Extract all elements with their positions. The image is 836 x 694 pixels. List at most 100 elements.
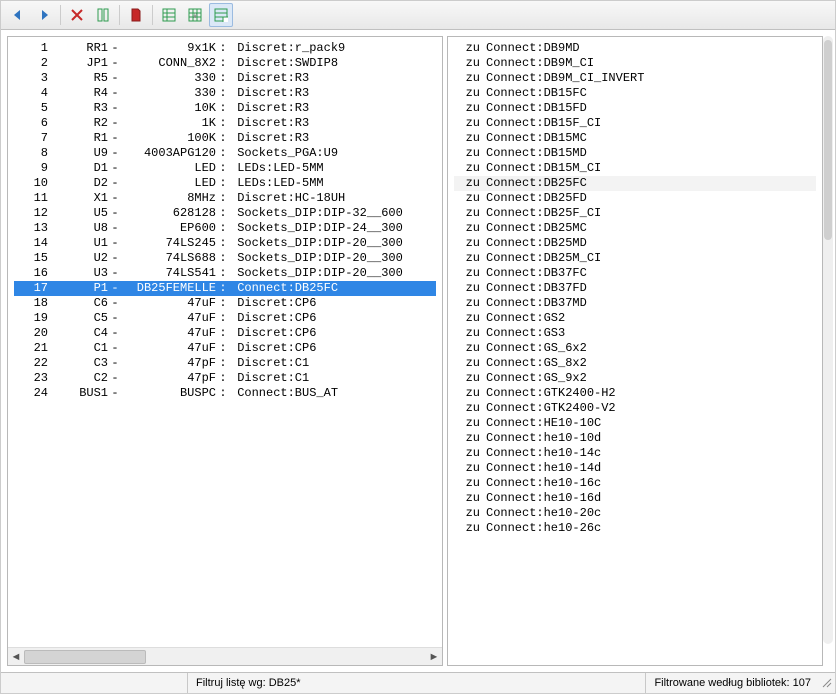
table-row[interactable]: 7R1-100K: Discret:R3 (14, 131, 436, 146)
list-item[interactable]: zu Connect:DB15MD (454, 146, 816, 161)
component-list[interactable]: 1RR1-9x1K: Discret:r_pack92JP1-CONN_8X2:… (8, 37, 442, 647)
table-row[interactable]: 10D2-LED: LEDs:LED-5MM (14, 176, 436, 191)
status-left (1, 673, 187, 693)
table-row[interactable]: 17P1-DB25FEMELLE: Connect:DB25FC (14, 281, 436, 296)
row-col: : (216, 266, 230, 281)
h-scrollbar[interactable]: ◄ ► (8, 647, 442, 665)
row-text: Connect:he10-16c (486, 476, 816, 491)
list-item[interactable]: zu Connect:DB9M_CI (454, 56, 816, 71)
table-row[interactable]: 9D1-LED: LEDs:LED-5MM (14, 161, 436, 176)
list-item[interactable]: zu Connect:GTK2400-H2 (454, 386, 816, 401)
row-text: Connect:DB37FC (486, 266, 816, 281)
table-row[interactable]: 16U3-74LS541: Sockets_DIP:DIP-20__300 (14, 266, 436, 281)
table-row[interactable]: 19C5-47uF: Discret:CP6 (14, 311, 436, 326)
list-item[interactable]: zu Connect:DB25MC (454, 221, 816, 236)
list-item[interactable]: zu Connect:he10-10d (454, 431, 816, 446)
list-item[interactable]: zu Connect:DB25M_CI (454, 251, 816, 266)
list-item[interactable]: zu Connect:DB25MD (454, 236, 816, 251)
list-item[interactable]: zu Connect:GTK2400-V2 (454, 401, 816, 416)
pdf-button[interactable] (124, 3, 148, 27)
list-item[interactable]: zu Connect:he10-14c (454, 446, 816, 461)
list-item[interactable]: zu Connect:DB15F_CI (454, 116, 816, 131)
table-row[interactable]: 3R5-330: Discret:R3 (14, 71, 436, 86)
list-item[interactable]: zu Connect:GS_9x2 (454, 371, 816, 386)
resize-grip-icon[interactable] (819, 677, 835, 689)
status-filter: Filtruj listę wg: DB25* (187, 673, 309, 693)
table-row[interactable]: 22C3-47pF: Discret:C1 (14, 356, 436, 371)
row-col: : (216, 236, 230, 251)
grid-hash-button[interactable]: # (183, 3, 207, 27)
grid-list-button[interactable] (209, 3, 233, 27)
row-prefix: zu (454, 311, 480, 326)
table-row[interactable]: 1RR1-9x1K: Discret:r_pack9 (14, 41, 436, 56)
table-row[interactable]: 8U9-4003APG120: Sockets_PGA:U9 (14, 146, 436, 161)
list-item[interactable]: zu Connect:he10-16c (454, 476, 816, 491)
row-text: Connect:DB25FC (486, 176, 816, 191)
grid-left-button[interactable] (157, 3, 181, 27)
row-col: : (216, 146, 230, 161)
row-prefix: zu (454, 221, 480, 236)
toolbar-separator (60, 5, 61, 25)
list-item[interactable]: zu Connect:GS_6x2 (454, 341, 816, 356)
table-row[interactable]: 18C6-47uF: Discret:CP6 (14, 296, 436, 311)
row-fp: Discret:R3 (230, 101, 436, 116)
row-col: : (216, 206, 230, 221)
list-item[interactable]: zu Connect:he10-16d (454, 491, 816, 506)
list-item[interactable]: zu Connect:DB15MC (454, 131, 816, 146)
list-item[interactable]: zu Connect:DB15M_CI (454, 161, 816, 176)
row-val: 10K (122, 101, 216, 116)
table-row[interactable]: 14U1-74LS245: Sockets_DIP:DIP-20__300 (14, 236, 436, 251)
list-item[interactable]: zu Connect:DB15FC (454, 86, 816, 101)
list-item[interactable]: zu Connect:he10-26c (454, 521, 816, 536)
list-item[interactable]: zu Connect:DB25FD (454, 191, 816, 206)
row-col: : (216, 161, 230, 176)
table-row[interactable]: 20C4-47uF: Discret:CP6 (14, 326, 436, 341)
row-num: 19 (14, 311, 48, 326)
table-row[interactable]: 23C2-47pF: Discret:C1 (14, 371, 436, 386)
list-item[interactable]: zu Connect:DB9MD (454, 41, 816, 56)
table-row[interactable]: 2JP1-CONN_8X2: Discret:SWDIP8 (14, 56, 436, 71)
list-item[interactable]: zu Connect:DB25F_CI (454, 206, 816, 221)
list-item[interactable]: zu Connect:DB37MD (454, 296, 816, 311)
table-row[interactable]: 24BUS1-BUSPC: Connect:BUS_AT (14, 386, 436, 401)
list-item[interactable]: zu Connect:GS2 (454, 311, 816, 326)
list-item[interactable]: zu Connect:GS3 (454, 326, 816, 341)
list-item[interactable]: zu Connect:DB9M_CI_INVERT (454, 71, 816, 86)
row-col: : (216, 326, 230, 341)
table-row[interactable]: 5R3-10K: Discret:R3 (14, 101, 436, 116)
scroll-left-icon[interactable]: ◄ (8, 648, 24, 665)
row-dash: - (108, 71, 122, 86)
footprint-list[interactable]: zu Connect:DB9MDzu Connect:DB9M_CIzu Con… (448, 37, 822, 665)
pdf-icon (129, 8, 143, 22)
row-text: Connect:DB37FD (486, 281, 816, 296)
v-scroll-thumb[interactable] (824, 40, 832, 240)
list-item[interactable]: zu Connect:HE10-10C (454, 416, 816, 431)
list-item[interactable]: zu Connect:GS_8x2 (454, 356, 816, 371)
list-item[interactable]: zu Connect:DB25FC (454, 176, 816, 191)
scroll-right-icon[interactable]: ► (426, 648, 442, 665)
row-text: Connect:GS3 (486, 326, 816, 341)
table-row[interactable]: 15U2-74LS688: Sockets_DIP:DIP-20__300 (14, 251, 436, 266)
redo-button[interactable] (32, 3, 56, 27)
list-item[interactable]: zu Connect:DB37FC (454, 266, 816, 281)
list-item[interactable]: zu Connect:he10-20c (454, 506, 816, 521)
scroll-thumb[interactable] (24, 650, 146, 664)
table-row[interactable]: 4R4-330: Discret:R3 (14, 86, 436, 101)
table-row[interactable]: 13U8-EP600: Sockets_DIP:DIP-24__300 (14, 221, 436, 236)
list-item[interactable]: zu Connect:DB15FD (454, 101, 816, 116)
row-text: Connect:GS_9x2 (486, 371, 816, 386)
column-button[interactable] (91, 3, 115, 27)
undo-button[interactable] (6, 3, 30, 27)
table-row[interactable]: 21C1-47uF: Discret:CP6 (14, 341, 436, 356)
v-scrollbar[interactable] (823, 36, 833, 644)
remove-association-button[interactable] (65, 3, 89, 27)
row-fp: Sockets_DIP:DIP-20__300 (230, 236, 436, 251)
row-num: 4 (14, 86, 48, 101)
list-item[interactable]: zu Connect:he10-14d (454, 461, 816, 476)
table-row[interactable]: 6R2-1K: Discret:R3 (14, 116, 436, 131)
table-row[interactable]: 12U5-628128: Sockets_DIP:DIP-32__600 (14, 206, 436, 221)
table-row[interactable]: 11X1-8MHz: Discret:HC-18UH (14, 191, 436, 206)
row-text: Connect:DB15FD (486, 101, 816, 116)
list-item[interactable]: zu Connect:DB37FD (454, 281, 816, 296)
row-text: Connect:GS_8x2 (486, 356, 816, 371)
